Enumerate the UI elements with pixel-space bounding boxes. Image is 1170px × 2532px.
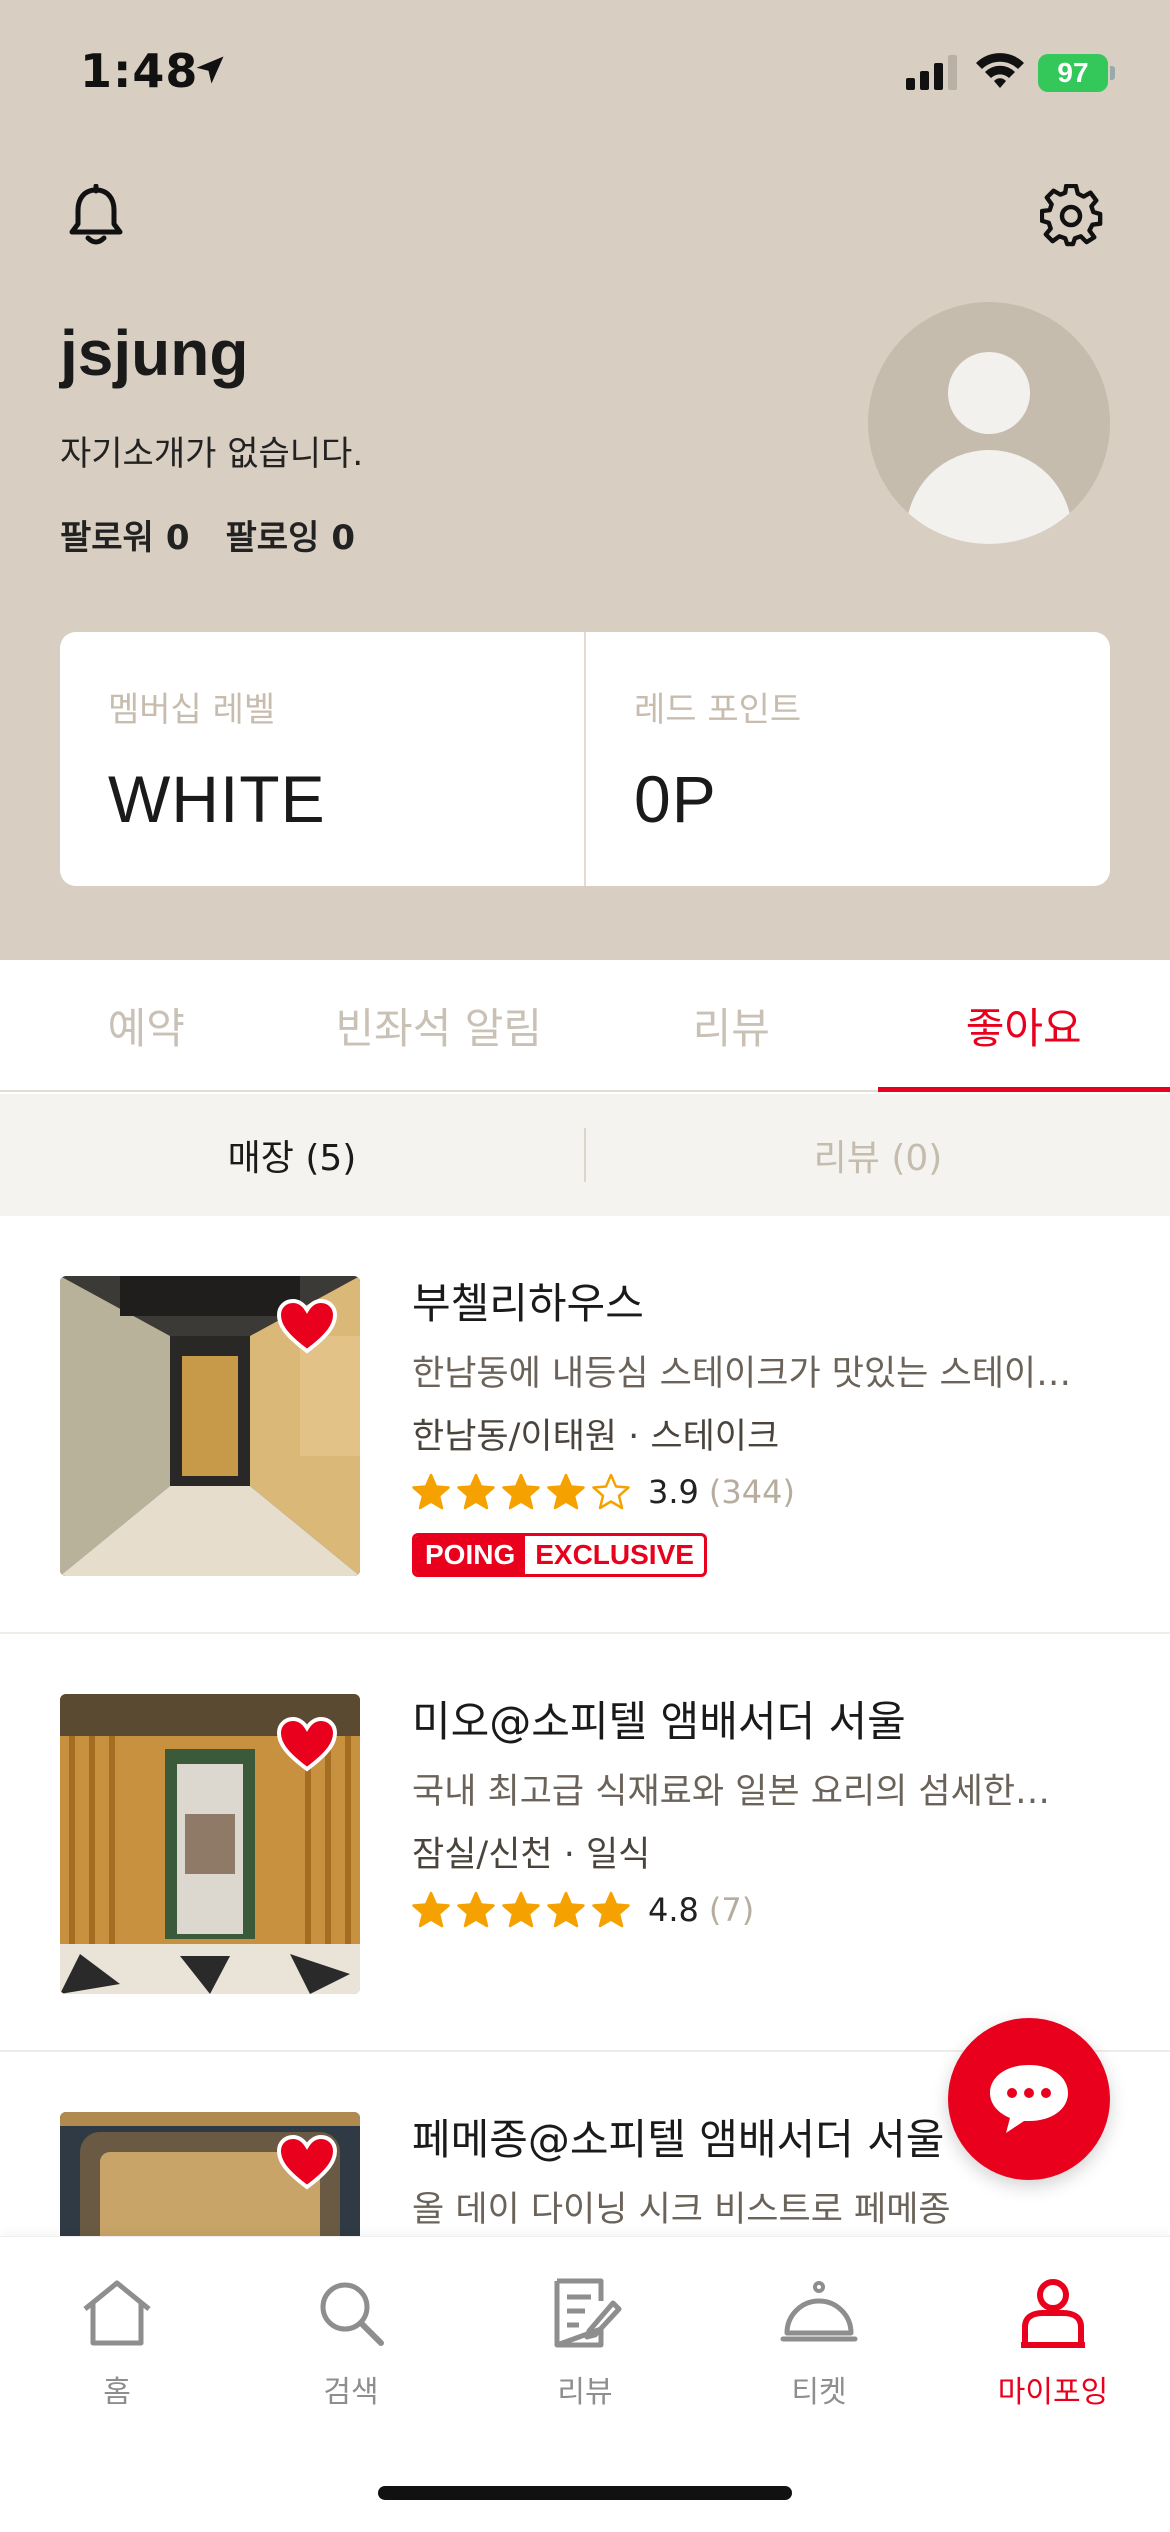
nav-my-poing[interactable]: 마이포잉	[936, 2237, 1170, 2437]
rating-stars	[412, 1473, 630, 1511]
star-filled-icon	[592, 1891, 630, 1928]
tab-seat-alerts[interactable]: 빈좌석 알림	[293, 960, 586, 1090]
list-item[interactable]: 미오@소피텔 앰배서더 서울 국내 최고급 식재료와 일본 요리의 섬세한… 잠…	[0, 1634, 1170, 2052]
red-points-cell[interactable]: 레드 포인트 0P	[584, 632, 1110, 886]
star-filled-icon	[412, 1473, 450, 1510]
store-name: 부첼리하우스	[412, 1279, 644, 1328]
membership-level-cell[interactable]: 멤버십 레벨 WHITE	[60, 632, 584, 886]
tab-reviews[interactable]: 리뷰	[585, 960, 878, 1090]
notification-bell-icon[interactable]	[60, 180, 132, 252]
subtab-reviews[interactable]: 리뷰 (0)	[586, 1129, 1170, 1181]
rating-stars	[412, 1891, 630, 1929]
review-count: (7)	[708, 1891, 755, 1929]
list-item[interactable]: 부첼리하우스 한남동에 내등심 스테이크가 맛있는 스테이… 한남동/이태원 ·…	[0, 1216, 1170, 1634]
membership-level-value: WHITE	[108, 762, 326, 836]
profile-bio: 자기소개가 없습니다.	[60, 434, 364, 474]
store-rating: 3.9 (344)	[412, 1473, 1132, 1511]
like-heart-icon[interactable]	[276, 2134, 338, 2190]
star-filled-icon	[457, 1473, 495, 1510]
store-name: 미오@소피텔 앰배서더 서울	[412, 1697, 906, 1746]
likes-subtabs: 매장 (5) 리뷰 (0)	[0, 1094, 1170, 1216]
like-heart-icon[interactable]	[276, 1298, 338, 1354]
ticket-icon	[780, 2281, 858, 2342]
follow-stats: 팔로워 0 팔로잉 0	[60, 510, 355, 559]
nav-search[interactable]: 검색	[234, 2237, 468, 2437]
battery-icon: 97	[1038, 54, 1115, 92]
search-icon	[320, 2282, 384, 2346]
location-arrow-icon	[196, 56, 224, 84]
star-filled-icon	[547, 1473, 585, 1510]
star-filled-icon	[502, 1891, 540, 1928]
store-description: 국내 최고급 식재료와 일본 요리의 섬세한…	[412, 1772, 1051, 1812]
rating-score: 4.8	[648, 1891, 699, 1929]
store-photo	[60, 1694, 360, 1994]
nav-home[interactable]: 홈	[0, 2237, 234, 2437]
red-points-value: 0P	[634, 762, 717, 836]
tab-likes[interactable]: 좋아요	[877, 960, 1170, 1092]
profile-tabs: 예약 빈좌석 알림 리뷰 좋아요	[0, 960, 1170, 1092]
store-rating: 4.8 (7)	[412, 1891, 1132, 1929]
store-description: 올 데이 다이닝 시크 비스트로 페메종	[412, 2190, 951, 2230]
review-count: (344)	[708, 1473, 795, 1511]
profile-icon	[1021, 2279, 1085, 2348]
chat-bubble-icon	[990, 2065, 1068, 2133]
star-empty-icon	[592, 1473, 630, 1510]
store-category: 한남동/이태원 · 스테이크	[412, 1417, 780, 1457]
star-filled-icon	[412, 1891, 450, 1928]
store-photo	[60, 2112, 360, 2236]
like-heart-icon[interactable]	[276, 1716, 338, 1772]
tab-reservations[interactable]: 예약	[0, 960, 293, 1090]
poing-exclusive-badge: POING EXCLUSIVE	[412, 1533, 707, 1577]
star-filled-icon	[502, 1473, 540, 1510]
nav-ticket[interactable]: 티켓	[702, 2237, 936, 2437]
star-filled-icon	[547, 1891, 585, 1928]
nav-review[interactable]: 리뷰	[468, 2237, 702, 2437]
store-category: 잠실/신천 · 일식	[412, 1835, 651, 1875]
rating-score: 3.9	[648, 1473, 699, 1511]
status-time: 1:48	[80, 44, 199, 98]
followers-link[interactable]: 팔로워 0	[60, 510, 190, 559]
home-icon	[83, 2280, 151, 2346]
wifi-icon	[976, 53, 1024, 88]
battery-level: 97	[1038, 54, 1108, 92]
avatar[interactable]	[868, 302, 1110, 544]
store-photo	[60, 1276, 360, 1576]
star-filled-icon	[457, 1891, 495, 1928]
membership-card: 멤버십 레벨 WHITE 레드 포인트 0P	[60, 632, 1110, 886]
chat-button[interactable]	[948, 2018, 1110, 2180]
subtab-stores[interactable]: 매장 (5)	[0, 1129, 584, 1181]
settings-gear-icon[interactable]	[1036, 180, 1108, 252]
review-icon	[554, 2278, 622, 2348]
home-indicator	[378, 2486, 792, 2500]
following-link[interactable]: 팔로잉 0	[226, 510, 356, 559]
username: jsjung	[60, 317, 249, 389]
signal-icon	[906, 55, 957, 90]
store-description: 한남동에 내등심 스테이크가 맛있는 스테이…	[412, 1354, 1072, 1394]
